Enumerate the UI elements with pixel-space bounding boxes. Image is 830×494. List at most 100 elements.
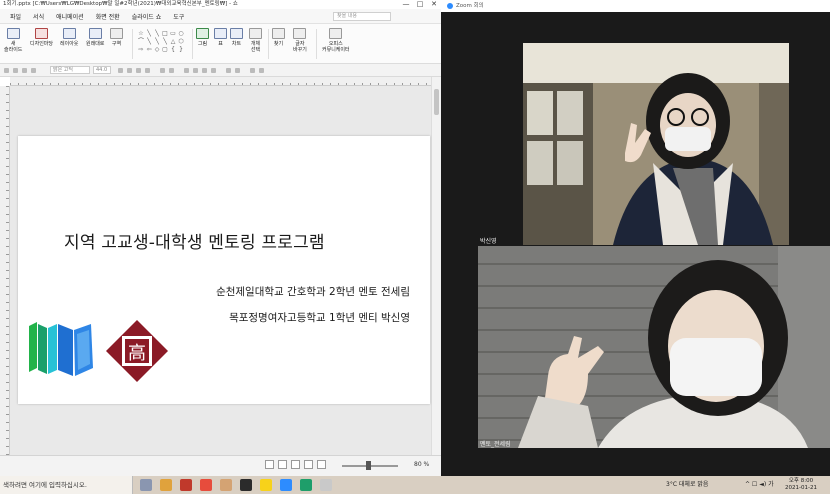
rect-shape-icon[interactable]: □ (161, 30, 169, 38)
mentor-info-text[interactable]: 순천제일대학교 간호학과 2학년 멘토 전세림 (216, 284, 410, 299)
line-shape-icon[interactable]: ╲ (153, 30, 161, 38)
participant-video-tile[interactable] (478, 246, 830, 448)
shapes-gallery[interactable]: ☆ ╲ ╲ □ ▭ ○ ⌒ ╲ ╲ ╲ △ ⬡ ⇨ ⇦ ◇ ▢ { } (137, 30, 189, 54)
reading-view-button[interactable] (304, 460, 313, 469)
slideshow-view-button[interactable] (317, 460, 326, 469)
app-icon[interactable] (220, 479, 232, 491)
bullet-list-icon[interactable] (226, 68, 231, 73)
sorter-view-button[interactable] (291, 460, 300, 469)
taskbar-clock[interactable]: 오후 8:00 2021-01-21 (780, 478, 822, 492)
align-right-icon[interactable] (202, 68, 207, 73)
indent-icon[interactable] (250, 68, 255, 73)
presentation-editor-window: 1회기.pptx [C:₩Users₩LG₩Desktop₩말 일#2학년(20… (0, 0, 441, 476)
replace-text-button[interactable]: 글자 바꾸기 (293, 27, 307, 61)
align-center-icon[interactable] (193, 68, 198, 73)
app-icon[interactable] (180, 479, 192, 491)
outdent-icon[interactable] (259, 68, 264, 73)
video-meeting-window: Zoom 회의 박신영 멘토_전세림 (441, 0, 830, 476)
brace-shape-icon[interactable]: { (169, 46, 177, 54)
style-icon[interactable] (13, 68, 18, 73)
triangle-shape-icon[interactable]: △ (169, 38, 177, 46)
font-size-field[interactable]: 44.0 (93, 66, 111, 74)
zoom-level[interactable]: 80 % (414, 461, 429, 468)
menu-slideshow[interactable]: 슬라이드 쇼 (126, 12, 168, 21)
task-view-icon[interactable] (140, 479, 152, 491)
menu-search-input[interactable]: 찾을 내용 (333, 12, 391, 21)
vertical-scrollbar[interactable] (431, 77, 441, 455)
section-button[interactable]: 구역 (110, 27, 123, 61)
underline-icon[interactable] (136, 68, 141, 73)
italic-icon[interactable] (127, 68, 132, 73)
system-tray[interactable]: ^ ☐ ◄) 가 (745, 476, 774, 494)
mentee-info-text[interactable]: 목포정명여자고등학교 1학년 멘티 박신영 (229, 310, 410, 325)
presentation-app-icon[interactable] (200, 479, 212, 491)
line-shape-icon[interactable]: ╲ (161, 38, 169, 46)
hexagon-shape-icon[interactable]: ⬡ (177, 38, 185, 46)
chart-button[interactable]: 차트 (230, 27, 243, 61)
school-seal-logo[interactable]: 高 (105, 319, 169, 383)
star-shape-icon[interactable]: ☆ (137, 30, 145, 38)
circle-shape-icon[interactable]: ○ (177, 30, 185, 38)
object-select-button[interactable]: 개체 선택 (249, 27, 262, 61)
app-icon[interactable] (320, 479, 332, 491)
line-shape-icon[interactable]: ╲ (153, 38, 161, 46)
scrollbar-thumb[interactable] (434, 89, 439, 115)
app-icon[interactable] (240, 479, 252, 491)
font-family-field[interactable]: 맑은 고딕 (50, 66, 90, 74)
new-slide-button[interactable]: 새 슬라이드 (4, 27, 22, 61)
maximize-button[interactable]: □ (413, 0, 427, 9)
file-explorer-icon[interactable] (160, 479, 172, 491)
brace-shape-icon[interactable]: } (177, 46, 185, 54)
line-shape-icon[interactable]: ╲ (145, 38, 153, 46)
taskbar-search-box[interactable]: 색하려면 여기에 입력하십시오. (0, 476, 133, 494)
menu-format[interactable]: 서식 (27, 12, 50, 21)
style-icon[interactable] (22, 68, 27, 73)
minimize-button[interactable]: — (399, 0, 413, 9)
reset-button[interactable]: 원래대로 (86, 27, 104, 61)
line-shape-icon[interactable]: ╲ (145, 30, 153, 38)
style-icon[interactable] (31, 68, 36, 73)
participant-video-tile[interactable] (523, 43, 789, 245)
design-button[interactable]: 디자인마당 (30, 27, 53, 61)
justify-icon[interactable] (211, 68, 216, 73)
numbered-list-icon[interactable] (235, 68, 240, 73)
weather-widget[interactable]: 3°C 대체로 맑음 (666, 476, 708, 494)
menu-animation[interactable]: 애니메이션 (50, 12, 90, 21)
arrow-shape-icon[interactable]: ⇨ (137, 46, 145, 54)
table-button[interactable]: 표 (214, 27, 227, 61)
find-button[interactable]: 찾기 (272, 27, 285, 61)
bold-icon[interactable] (118, 68, 123, 73)
font-color-icon[interactable] (160, 68, 165, 73)
menu-file[interactable]: 파일 (4, 12, 27, 21)
participant-video-frame (523, 43, 789, 245)
slide[interactable]: 지역 고교생-대학생 멘토링 프로그램 순천제일대학교 간호학과 2학년 멘토 … (18, 136, 430, 404)
kakaotalk-icon[interactable] (260, 479, 272, 491)
layout-button[interactable]: 레이아웃 (60, 27, 78, 61)
table-icon (214, 28, 227, 39)
rect-shape-icon[interactable]: ▭ (169, 30, 177, 38)
arrow-shape-icon[interactable]: ⇦ (145, 46, 153, 54)
menu-tools[interactable]: 도구 (167, 12, 190, 21)
menu-transition[interactable]: 화면 전환 (90, 12, 126, 21)
align-left-icon[interactable] (184, 68, 189, 73)
highlight-icon[interactable] (169, 68, 174, 73)
image-icon (196, 28, 209, 39)
ribbon-toolbar: 새 슬라이드 디자인마당 레이아웃 원래대로 구역 ☆ ╲ ╲ □ ▭ ○ ⌒ … (0, 24, 441, 64)
app-icon[interactable] (300, 479, 312, 491)
reset-icon (88, 28, 102, 39)
image-button[interactable]: 그림 (196, 27, 209, 61)
style-icon[interactable] (4, 68, 9, 73)
close-button[interactable]: ✕ (427, 0, 441, 9)
university-logo[interactable] (27, 320, 97, 378)
slide-title[interactable]: 지역 고교생-대학생 멘토링 프로그램 (64, 228, 404, 253)
normal-view-button[interactable] (265, 460, 274, 469)
outline-view-button[interactable] (278, 460, 287, 469)
zoom-slider-handle[interactable] (366, 461, 371, 470)
rect-shape-icon[interactable]: ▢ (161, 46, 169, 54)
zoom-app-icon[interactable] (280, 479, 292, 491)
horizontal-ruler (10, 77, 431, 86)
diamond-shape-icon[interactable]: ◇ (153, 46, 161, 54)
strike-icon[interactable] (145, 68, 150, 73)
curve-shape-icon[interactable]: ⌒ (137, 38, 145, 46)
office-communicator-button[interactable]: 오피스 커뮤니케이터 (322, 27, 350, 61)
